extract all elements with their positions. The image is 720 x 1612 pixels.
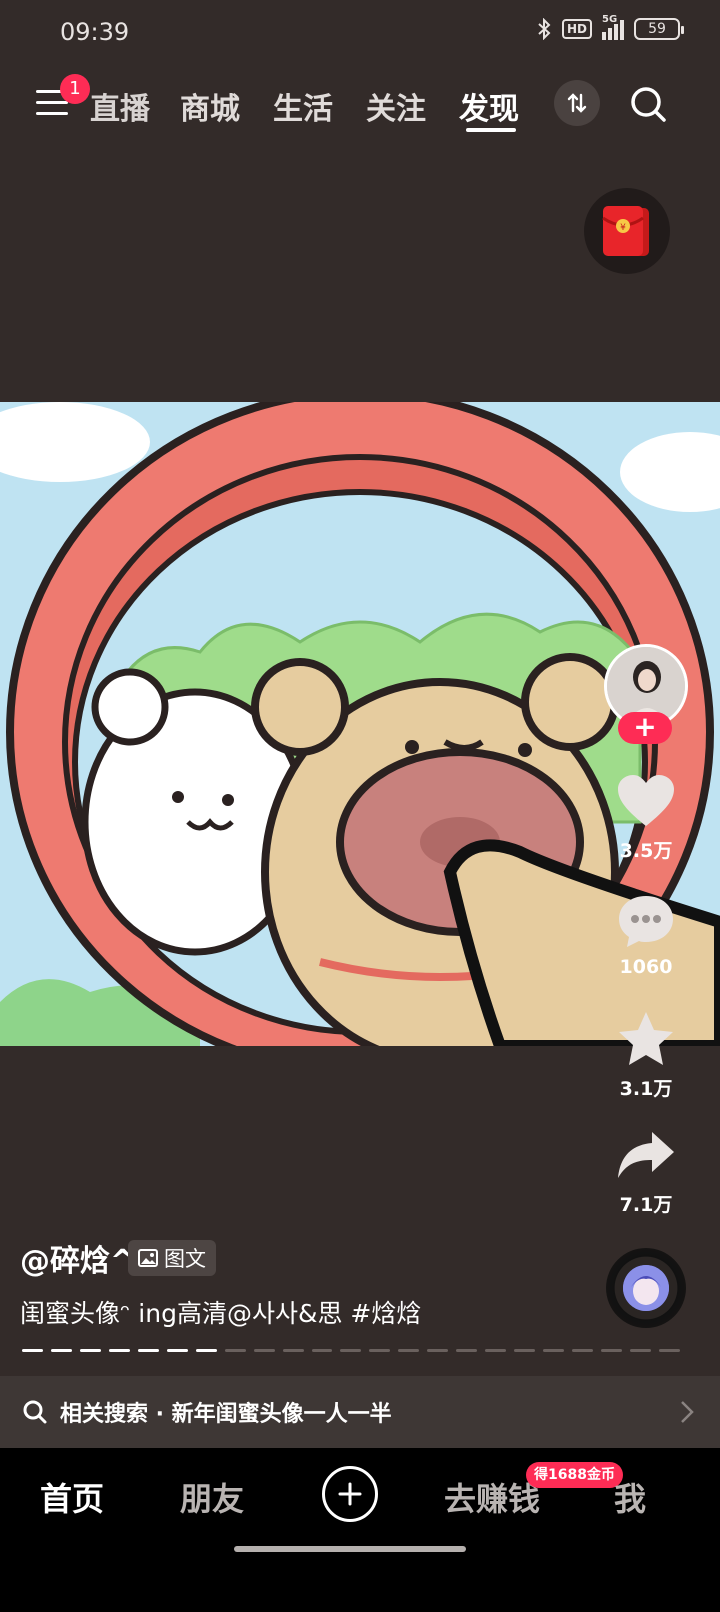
tab-life[interactable]: 生活 — [273, 84, 333, 128]
progress-segment — [630, 1349, 651, 1352]
network-label: 5G — [602, 14, 618, 25]
progress-segment — [282, 1349, 304, 1352]
comment-button[interactable]: 1060 — [604, 892, 688, 978]
tab-discover[interactable]: 发现 — [459, 84, 519, 128]
post-type-tag[interactable]: 图文 — [128, 1240, 216, 1276]
like-count: 3.5万 — [619, 840, 673, 862]
heart-icon — [618, 775, 674, 826]
tab-home[interactable]: 首页 — [40, 1474, 104, 1520]
bottom-tab-bar: 首页 朋友 去赚钱 得1688金币 我 — [0, 1448, 720, 1612]
top-nav: 1 直播 商城 生活 关注 发现 — [0, 70, 720, 140]
music-cover-image — [623, 1265, 669, 1311]
progress-segment — [543, 1349, 565, 1352]
tab-friends[interactable]: 朋友 — [180, 1474, 244, 1520]
progress-segment — [224, 1349, 246, 1352]
progress-segment — [79, 1349, 101, 1352]
author-name[interactable]: @碎焓^ — [20, 1236, 135, 1280]
search-icon — [23, 1400, 47, 1424]
progress-segment — [456, 1349, 478, 1352]
tab-following[interactable]: 关注 — [366, 84, 426, 128]
progress-segment — [22, 1349, 43, 1352]
home-indicator — [234, 1546, 466, 1552]
progress-segment — [253, 1349, 275, 1352]
progress-segment — [601, 1349, 623, 1352]
related-search-bar[interactable]: 相关搜索 · 新年闺蜜头像一人一半 — [0, 1376, 720, 1448]
search-button[interactable] — [628, 84, 668, 124]
progress-segment — [369, 1349, 391, 1352]
share-arrow-icon — [618, 1132, 674, 1178]
progress-segment — [658, 1349, 680, 1352]
bluetooth-icon — [538, 18, 551, 40]
progress-segment — [398, 1349, 420, 1352]
status-bar: 09:39 HD 5G 59 — [0, 0, 720, 64]
post-type-label: 图文 — [164, 1247, 206, 1271]
battery-level: 59 — [648, 21, 666, 37]
share-count: 7.1万 — [619, 1194, 673, 1216]
earn-coins-badge: 得1688金币 — [526, 1462, 623, 1488]
signal-icon: 5G — [602, 14, 624, 40]
comment-count: 1060 — [619, 956, 673, 978]
progress-segment — [108, 1349, 130, 1352]
search-icon — [631, 87, 666, 122]
share-button[interactable]: 7.1万 — [604, 1128, 688, 1217]
red-envelope-icon: ¥ — [602, 206, 649, 256]
progress-segment — [195, 1349, 217, 1352]
notification-badge: 1 — [60, 74, 90, 104]
active-tab-indicator — [466, 128, 516, 132]
progress-segment — [572, 1349, 594, 1352]
battery-icon: 59 — [634, 18, 684, 40]
progress-segment — [50, 1349, 72, 1352]
tab-me[interactable]: 我 — [614, 1474, 646, 1520]
music-disc[interactable] — [606, 1248, 686, 1328]
red-packet-button[interactable]: ¥ — [584, 188, 670, 274]
follow-button[interactable]: + — [618, 712, 672, 744]
progress-segment — [485, 1349, 507, 1352]
svg-text:¥: ¥ — [620, 223, 626, 233]
progress-segment — [514, 1349, 536, 1352]
progress-segment — [427, 1349, 449, 1352]
tab-mall[interactable]: 商城 — [180, 84, 240, 128]
image-icon — [138, 1249, 158, 1267]
post-description[interactable]: 闺蜜头像ᵔ ing高清@사사&思 #焓焓 — [20, 1294, 421, 1330]
tab-live[interactable]: 直播 — [90, 84, 150, 128]
related-search-text: 相关搜索 · 新年闺蜜头像一人一半 — [60, 1402, 392, 1427]
tab-earn[interactable]: 去赚钱 — [444, 1474, 540, 1520]
status-time: 09:39 — [60, 18, 130, 46]
favorite-count: 3.1万 — [619, 1078, 673, 1100]
chevron-right-icon — [681, 1401, 694, 1423]
progress-segment — [166, 1349, 188, 1352]
comment-icon — [619, 896, 673, 947]
switch-button[interactable] — [554, 80, 600, 126]
plus-icon — [338, 1482, 362, 1506]
star-icon — [619, 1012, 673, 1065]
swap-arrows-icon — [567, 93, 587, 113]
favorite-button[interactable]: 3.1万 — [604, 1010, 688, 1101]
status-icons: HD 5G 59 — [536, 14, 684, 40]
hd-badge: HD — [561, 19, 592, 39]
progress-segment — [311, 1349, 333, 1352]
progress-segment — [137, 1349, 159, 1352]
like-button[interactable]: 3.5万 — [604, 774, 688, 863]
create-button[interactable] — [322, 1466, 378, 1522]
image-progress-indicator — [22, 1349, 680, 1353]
progress-segment — [340, 1349, 362, 1352]
